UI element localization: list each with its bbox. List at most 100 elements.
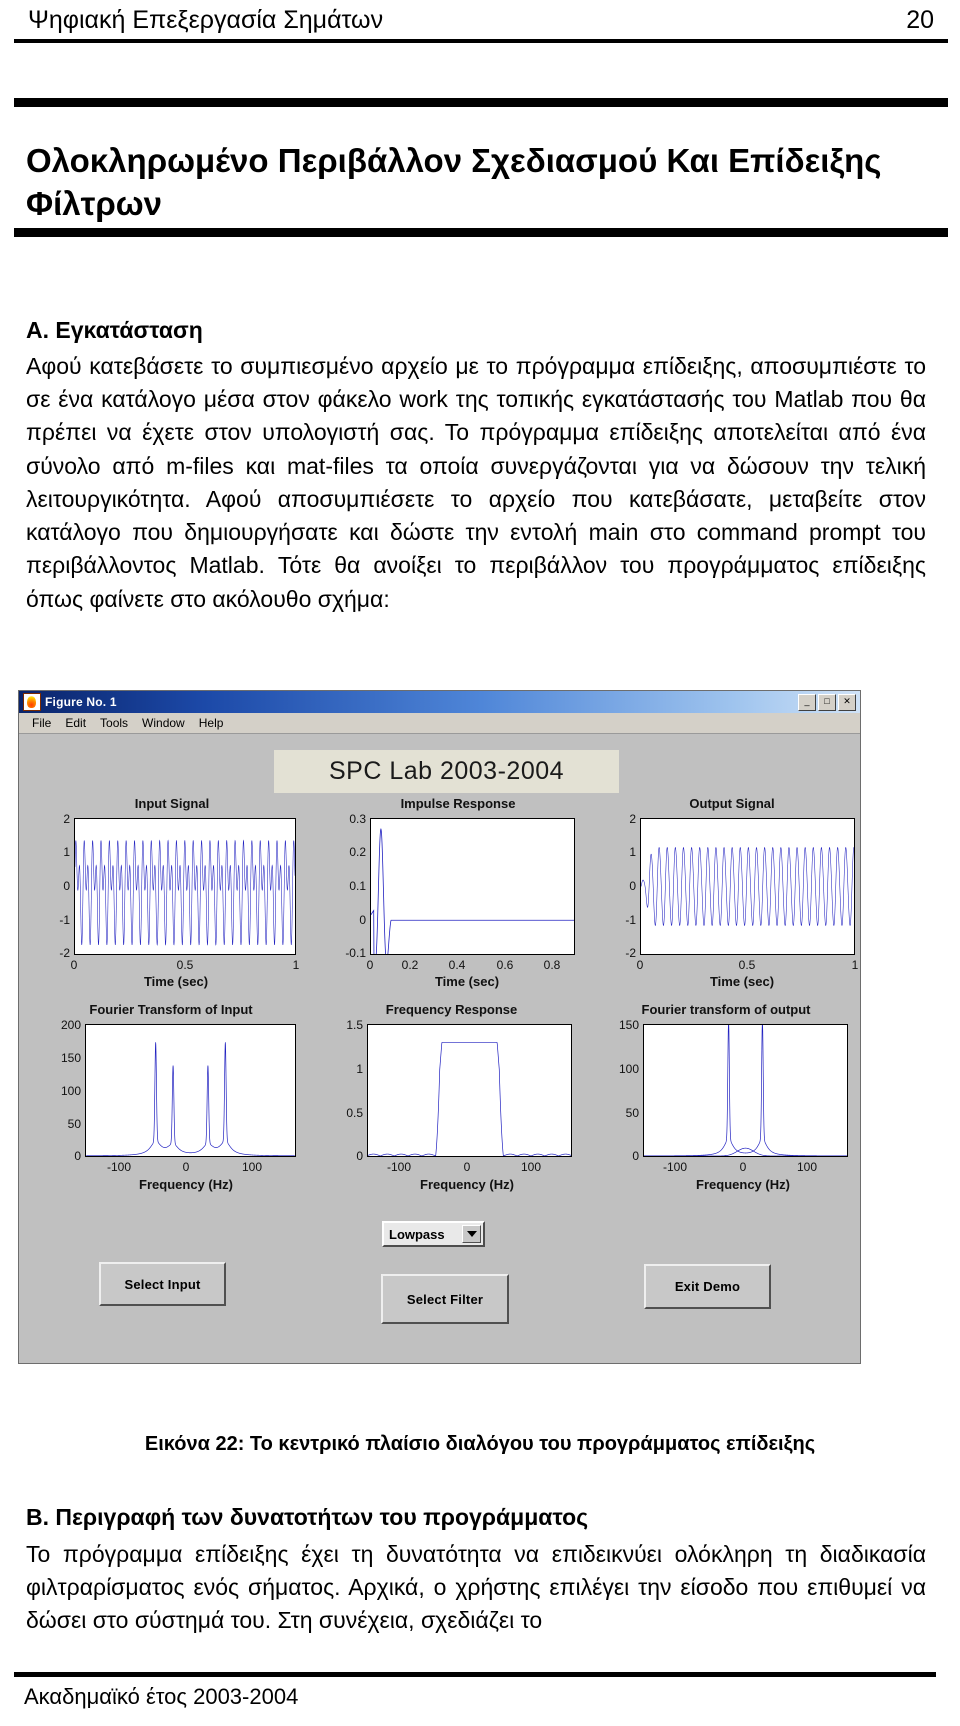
x-axis-label: Frequency (Hz): [696, 1177, 790, 1192]
plot-title: Fourier Transform of Input: [89, 1002, 253, 1017]
y-tick: 0.1: [349, 879, 366, 893]
section-b-body: Το πρόγραμμα επίδειξης έχει τη δυνατότητ…: [26, 1541, 926, 1634]
plot-axes: [85, 1024, 296, 1157]
maximize-icon[interactable]: □: [818, 693, 836, 711]
filter-type-dropdown[interactable]: Lowpass: [382, 1221, 485, 1247]
matlab-logo-icon: [23, 693, 41, 711]
y-tick: 0.2: [349, 845, 366, 859]
plot-axes: [643, 1024, 848, 1157]
plot-fourier-transform-input: Fourier Transform of Input 200 150 100 5…: [41, 1002, 321, 1202]
menu-item-help[interactable]: Help: [192, 716, 231, 730]
x-tick: 100: [520, 1160, 542, 1174]
plot-frequency-response: Frequency Response 1.5 1 0.5 0 -100 0 10…: [319, 1002, 594, 1202]
window-titlebar: Figure No. 1 _ □ ✕: [19, 691, 860, 713]
x-tick: -100: [386, 1160, 412, 1174]
plot-title: Input Signal: [134, 796, 210, 811]
plot-axes: [367, 1024, 572, 1157]
select-filter-button[interactable]: Select Filter: [381, 1274, 509, 1324]
y-tick: 100: [60, 1084, 81, 1098]
ft-input-trace: [86, 1042, 295, 1156]
output-signal-trace: [641, 846, 854, 927]
y-tick: 0: [632, 1149, 639, 1163]
x-tick: 0: [463, 1160, 471, 1174]
y-tick: 0.3: [349, 812, 366, 826]
x-tick: 0: [636, 958, 644, 972]
plot-fourier-transform-output: Fourier transform of output 150 100 50 0…: [597, 1002, 862, 1202]
x-tick: 0: [366, 958, 374, 972]
section-b-heading: Β. Περιγραφή των δυνατοτήτων του προγράμ…: [26, 1504, 589, 1530]
title-rule-bottom: [14, 228, 948, 237]
window-controls: _ □ ✕: [798, 693, 858, 711]
plot-axes: [74, 818, 296, 955]
x-tick: 0.8: [543, 958, 561, 972]
x-tick: 0.5: [176, 958, 194, 972]
matlab-figure-window: Figure No. 1 _ □ ✕ File Edit Tools Windo…: [18, 690, 861, 1364]
figure-caption: Εικόνα 22: Το κεντρικό πλαίσιο διαλόγου …: [144, 1433, 816, 1455]
footer-text: Ακαδημαϊκό έτος 2003-2004: [24, 1684, 299, 1709]
x-tick: 0: [182, 1160, 190, 1174]
section-a-heading: Α. Εγκατάσταση: [26, 317, 203, 343]
header-divider: [14, 39, 948, 43]
y-tick: 1: [629, 845, 636, 859]
plot-title: Fourier transform of output: [641, 1002, 811, 1017]
figure-canvas: SPC Lab 2003-2004 Input Signal 2 1 0 -1 …: [19, 734, 860, 1363]
y-tick: 0: [629, 879, 636, 893]
plot-axes: [370, 818, 575, 955]
figure-banner: SPC Lab 2003-2004: [274, 750, 619, 793]
header-title: Ψηφιακή Επεξεργασία Σημάτων: [28, 6, 384, 34]
plot-title: Frequency Response: [385, 1002, 518, 1017]
exit-demo-button[interactable]: Exit Demo: [644, 1264, 771, 1309]
ft-output-trace: [644, 1025, 847, 1156]
plot-axes: [640, 818, 855, 955]
y-tick: 0: [356, 1149, 363, 1163]
title-rule-top: [14, 98, 948, 107]
y-tick: 0: [63, 879, 70, 893]
menu-item-file[interactable]: File: [25, 716, 58, 730]
window-title: Figure No. 1: [45, 695, 117, 709]
y-tick: 1: [63, 845, 70, 859]
y-tick: 50: [67, 1117, 81, 1131]
x-tick: 0.6: [496, 958, 514, 972]
select-input-button[interactable]: Select Input: [99, 1262, 226, 1306]
x-tick: 0.2: [401, 958, 419, 972]
y-tick: 1.5: [346, 1018, 363, 1032]
y-tick: 0: [74, 1149, 81, 1163]
plot-impulse-response: Impulse Response 0.3 0.2 0.1 0 -0.1 0 0.…: [327, 796, 589, 994]
y-tick: 100: [618, 1062, 639, 1076]
menu-item-window[interactable]: Window: [135, 716, 192, 730]
x-axis-label: Time (sec): [434, 974, 500, 989]
close-icon[interactable]: ✕: [838, 693, 856, 711]
minimize-icon[interactable]: _: [798, 693, 816, 711]
menu-item-edit[interactable]: Edit: [58, 716, 93, 730]
plot-input-signal: Input Signal 2 1 0 -1 -2 0 0.5 1 Time (s…: [41, 796, 303, 994]
plot-title: Output Signal: [689, 796, 775, 811]
y-tick: 150: [618, 1018, 639, 1032]
x-tick: -100: [662, 1160, 688, 1174]
y-tick: -1: [625, 913, 636, 927]
y-tick: 2: [63, 812, 70, 826]
window-menubar: File Edit Tools Window Help: [19, 713, 860, 734]
x-tick: 1: [292, 958, 300, 972]
plot-output-signal: Output Signal 2 1 0 -1 -2 0 0.5 1 Time (…: [607, 796, 858, 994]
header-page-number: 20: [906, 6, 934, 34]
plot-title: Impulse Response: [400, 796, 516, 811]
running-header: Ψηφιακή Επεξεργασία Σημάτων 20: [28, 6, 934, 35]
page-title: Ολοκληρωμένο Περιβάλλον Σχεδιασμού Και Ε…: [26, 142, 882, 222]
x-tick: -100: [106, 1160, 132, 1174]
filter-type-value: Lowpass: [389, 1226, 445, 1242]
y-tick: 0: [359, 913, 366, 927]
x-axis-label: Time (sec): [709, 974, 775, 989]
footer-divider: [14, 1672, 936, 1677]
y-tick: 2: [629, 812, 636, 826]
x-axis-label: Frequency (Hz): [420, 1177, 514, 1192]
section-a-body: Αφού κατεβάσετε το συμπιεσμένο αρχείο με…: [26, 353, 926, 612]
y-tick: 50: [625, 1106, 639, 1120]
y-tick: 1: [356, 1062, 363, 1076]
chevron-down-icon[interactable]: [462, 1225, 481, 1243]
impulse-response-trace: [371, 828, 574, 954]
x-tick: 0.4: [448, 958, 466, 972]
y-tick: 0.5: [346, 1106, 363, 1120]
x-axis-label: Time (sec): [143, 974, 209, 989]
frequency-response-trace: [368, 1042, 571, 1156]
menu-item-tools[interactable]: Tools: [93, 716, 135, 730]
